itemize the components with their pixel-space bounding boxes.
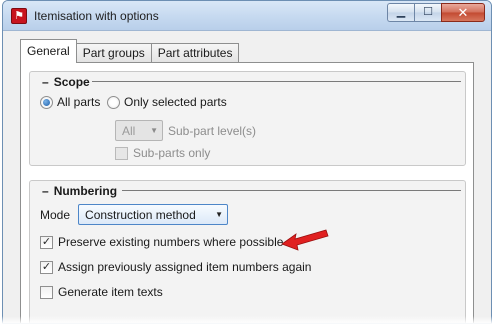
subparts-only-row[interactable]: Sub-parts only [115,146,210,160]
scope-title: – Scope [42,75,90,89]
mode-row: Mode Construction method ▼ [40,204,229,225]
scope-dash: – [42,75,49,89]
preserve-numbers-label: Preserve existing numbers where possible [58,235,284,249]
maximize-button[interactable]: ☐ [414,3,441,22]
tab-general[interactable]: General [20,39,77,63]
title-bar[interactable]: ⚑ Itemisation with options ▁ ☐ ✕ [3,1,491,31]
reassign-numbers-row[interactable]: ✓ Assign previously assigned item number… [40,260,311,274]
numbering-group: – Numbering Mode Construction method ▼ ✓… [29,180,466,323]
mode-value: Construction method [85,207,196,222]
chevron-down-icon: ▼ [150,126,158,135]
window-controls: ▁ ☐ ✕ [387,3,485,23]
radio-all-parts[interactable]: All parts [40,95,100,109]
close-button[interactable]: ✕ [441,3,485,22]
minimize-icon: ▁ [396,6,406,18]
generate-texts-checkbox[interactable] [40,285,53,299]
radio-only-selected-parts[interactable]: Only selected parts [107,95,227,109]
preserve-numbers-checkbox[interactable]: ✓ [40,235,53,249]
preserve-numbers-row[interactable]: ✓ Preserve existing numbers where possib… [40,235,283,249]
reassign-numbers-checkbox[interactable]: ✓ [40,260,53,274]
mode-dropdown[interactable]: Construction method ▼ [78,204,229,225]
dialog-window: ⚑ Itemisation with options ▁ ☐ ✕ General… [2,0,492,324]
chevron-down-icon: ▼ [215,210,224,219]
radio-all-parts-control[interactable] [40,95,53,109]
subparts-only-checkbox[interactable] [115,146,128,160]
checkmark-icon: ✓ [41,235,52,248]
maximize-icon: ☐ [423,6,433,18]
subparts-only-label: Sub-parts only [133,146,211,160]
numbering-title-text: Numbering [53,184,118,198]
tab-part-attributes[interactable]: Part attributes [150,43,240,63]
radio-only-selected-control[interactable] [107,95,120,109]
dialog-client-area: General Part groups Part attributes – Sc… [10,32,484,323]
radio-selected-dot [43,98,50,106]
window-title: Itemisation with options [34,9,159,23]
radio-all-parts-label: All parts [57,95,101,109]
close-icon: ✕ [457,5,469,20]
tab-strip: General Part groups Part attributes [20,39,240,63]
scope-group: – Scope All parts Only selected parts Al… [29,71,466,166]
tab-page-general: – Scope All parts Only selected parts Al… [20,62,474,323]
minimize-button[interactable]: ▁ [387,3,414,22]
radio-only-selected-label: Only selected parts [124,95,227,109]
reassign-numbers-label: Assign previously assigned item numbers … [58,260,312,274]
app-logo-icon[interactable]: ⚑ [11,8,27,24]
sublevel-row: All ▼ Sub-part level(s) [115,120,256,141]
torn-edge [0,316,494,324]
sublevel-label: Sub-part level(s) [168,123,257,138]
numbering-divider [122,190,461,191]
generate-texts-label: Generate item texts [58,285,163,299]
numbering-dash: – [42,184,49,198]
scope-title-text: Scope [53,75,90,89]
sublevel-value: All [122,123,136,138]
sublevel-dropdown[interactable]: All ▼ [115,120,163,141]
annotation-arrow-icon [281,229,329,251]
checkmark-icon: ✓ [41,260,52,273]
scope-divider [92,81,461,82]
numbering-title: – Numbering [42,184,117,198]
generate-texts-row[interactable]: Generate item texts [40,285,163,299]
mode-label: Mode [40,207,71,222]
tab-part-groups[interactable]: Part groups [75,43,152,63]
